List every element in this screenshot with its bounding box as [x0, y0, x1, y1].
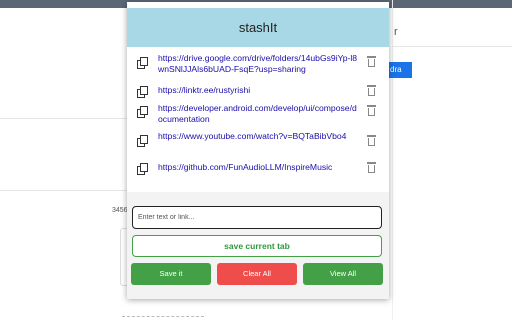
saved-link[interactable]: https://github.com/FunAudioLLM/InspireMu…: [158, 162, 358, 173]
view-all-button[interactable]: View All: [303, 263, 383, 285]
background-text: r: [394, 26, 398, 38]
background-divider: [0, 118, 127, 119]
saved-link[interactable]: https://www.youtube.com/watch?v=BQTaBibV…: [158, 131, 358, 142]
saved-link[interactable]: https://linktr.ee/rustyrishi: [158, 85, 358, 96]
background-draft-button[interactable]: dra: [386, 62, 412, 78]
background-number: 3456: [112, 207, 128, 214]
background-divider: [0, 190, 127, 191]
background-divider: [122, 316, 204, 317]
background-divider: [392, 0, 393, 320]
copy-icon[interactable]: [137, 86, 148, 98]
saved-link[interactable]: https://developer.android.com/develop/ui…: [158, 103, 358, 125]
text-link-input[interactable]: [132, 206, 382, 229]
save-it-button[interactable]: Save it: [131, 263, 211, 285]
clear-all-button[interactable]: Clear All: [217, 263, 297, 285]
background-divider: [392, 46, 512, 47]
trash-icon[interactable]: [367, 56, 376, 67]
saved-link[interactable]: https://drive.google.com/drive/folders/1…: [158, 53, 358, 75]
copy-icon[interactable]: [137, 163, 148, 175]
popup-title: stashIt: [127, 8, 389, 47]
trash-icon[interactable]: [367, 85, 376, 96]
save-current-tab-button[interactable]: save current tab: [132, 235, 382, 257]
stashit-popup: stashIt https://drive.google.com/drive/f…: [127, 2, 389, 299]
copy-icon[interactable]: [137, 106, 148, 118]
trash-icon[interactable]: [367, 135, 376, 146]
trash-icon[interactable]: [367, 105, 376, 116]
trash-icon[interactable]: [367, 162, 376, 173]
popup-footer: save current tab Save it Clear All View …: [127, 192, 389, 299]
copy-icon[interactable]: [137, 57, 148, 69]
copy-icon[interactable]: [137, 135, 148, 147]
